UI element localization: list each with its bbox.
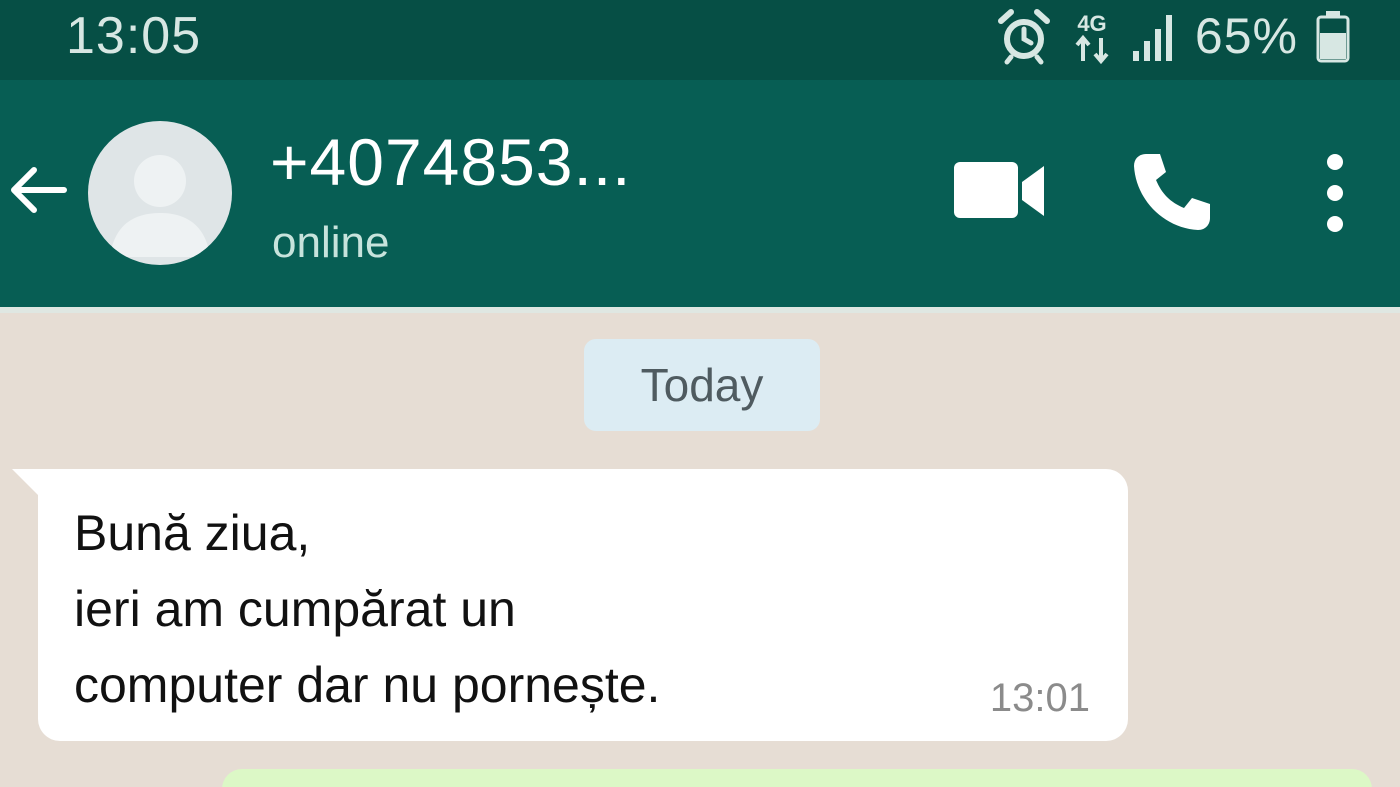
more-options-button[interactable]: [1312, 148, 1358, 238]
more-vert-icon: [1327, 154, 1343, 232]
chat-header: +4074853... online: [0, 80, 1400, 307]
message-time: 13:01: [989, 676, 1090, 720]
incoming-message[interactable]: Bună ziua, ieri am cumpărat un computer …: [38, 469, 1128, 741]
avatar[interactable]: [88, 121, 232, 265]
date-separator: Today: [584, 339, 820, 431]
battery-percent: 65%: [1194, 8, 1298, 64]
message-line: ieri am cumpărat un: [74, 581, 516, 637]
status-bar: 13:05 4G 65%: [0, 0, 1400, 80]
network-type-label: 4G: [1077, 11, 1106, 36]
data-arrows-icon: 4G: [1071, 7, 1113, 65]
video-call-icon: [954, 162, 1044, 218]
status-time: 13:05: [66, 7, 202, 65]
alarm-icon: [995, 7, 1053, 65]
message-text: Bună ziua, ieri am cumpărat un computer …: [74, 495, 660, 723]
message-line: computer dar nu pornește.: [74, 657, 661, 713]
video-call-button[interactable]: [950, 156, 1048, 226]
avatar-placeholder-icon: [110, 155, 210, 257]
chat-area[interactable]: Today Bună ziua, ieri am cumpărat un com…: [0, 307, 1400, 787]
back-arrow-icon: [11, 167, 67, 213]
back-button[interactable]: [6, 158, 70, 222]
signal-icon: [1131, 7, 1177, 65]
contact-name[interactable]: +4074853...: [270, 124, 632, 200]
phone-icon: [1134, 154, 1210, 230]
outgoing-message[interactable]: [222, 769, 1372, 787]
battery-icon: [1316, 7, 1350, 65]
message-line: Bună ziua,: [74, 505, 311, 561]
status-icons: 4G 65%: [995, 4, 1350, 68]
voice-call-button[interactable]: [1130, 150, 1214, 234]
contact-status: online: [272, 218, 390, 267]
